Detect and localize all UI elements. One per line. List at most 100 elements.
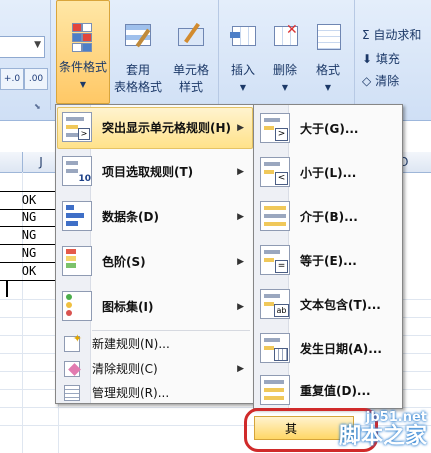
submenu-item-duplicate-values[interactable]: 重复值(D)... [256,371,400,411]
chevron-down-icon: ▼ [324,83,332,92]
top-bottom-rules-icon: 10 [62,156,92,186]
calendar-icon [260,333,290,363]
submenu-item-label: 介于(B)... [300,210,358,224]
cell-j-ng-2[interactable]: NG [0,227,59,245]
increase-decimal-button[interactable]: +.0 [0,68,24,90]
cell-style-button[interactable]: 单元格 样式 [168,22,214,96]
highlight-rules-icon: > [62,112,92,142]
submenu-arrow-icon: ▶ [237,364,244,374]
between-icon [260,201,290,231]
watermark: jb51.net 脚本之家 [339,410,427,449]
group-separator [354,0,355,110]
submenu-item-label: 大于(G)... [300,122,359,136]
duplicate-values-icon [260,375,290,405]
chevron-down-icon[interactable]: ▼ [34,40,41,50]
submenu-item-between[interactable]: 介于(B)... [256,197,400,237]
table-format-label-1: 套用 [125,63,150,77]
cell-style-label-1: 单元格 [172,63,209,77]
conditional-format-icon [68,23,98,53]
menu-item-label: 新建规则(N)... [92,337,170,351]
cell-j-ok-2[interactable]: OK [0,263,59,281]
cell-j-ng-1[interactable]: NG [0,209,59,227]
menu-item-data-bars[interactable]: 数据条(D) ▶ [58,197,252,237]
submenu-arrow-icon: ▶ [237,212,244,222]
menu-item-label: 清除规则(C) [92,362,158,376]
decrease-decimal-button[interactable]: .00 [24,68,48,90]
autosum-button[interactable]: Σ 自动求和 [362,26,421,43]
chevron-down-icon: ▼ [239,83,247,92]
submenu-item-greater-than[interactable]: > 大于(G)... [256,109,400,149]
color-scales-icon [62,246,92,276]
data-bars-icon [62,201,92,231]
submenu-item-label: 文本包含(T)... [300,298,381,312]
submenu-item-label: 重复值(D)... [300,384,371,398]
delete-label: 删除 [272,63,297,77]
submenu-item-label: 发生日期(A)... [300,342,382,356]
cell-style-label-2: 样式 [178,80,203,94]
fill-button[interactable]: ⬇ 填充 [362,50,400,67]
clear-label: 清除 [375,74,400,88]
submenu-item-date-occurring[interactable]: 发生日期(A)... [256,329,400,369]
delete-button[interactable]: ✕ 删除 ▼ [266,22,304,96]
eraser-icon: ◇ [362,74,372,88]
new-rule-icon: ✦ [64,332,82,352]
fill-icon: ⬇ [362,52,373,66]
menu-item-top-bottom-rules[interactable]: 10 项目选取规则(T) ▶ [58,152,252,192]
table-format-icon [123,22,153,52]
menu-item-new-rule[interactable]: ✦ 新建规则(N)... [58,332,252,356]
manage-rules-icon [64,385,80,401]
icon-sets-icon [62,291,92,321]
submenu-arrow-icon: ▶ [237,302,244,312]
submenu-item-text-contains[interactable]: ab 文本包含(T)... [256,285,400,325]
table-format-button[interactable]: 套用 表格格式 [110,22,166,96]
cell-j-ok-1[interactable]: OK [0,191,59,210]
conditional-format-label: 条件格式 [58,60,107,74]
menu-item-label: 图标集(I) [102,300,154,314]
submenu-item-label: 等于(E)... [300,254,357,268]
ribbon: ▼ +.0 .00 ⬊ 条件格式 ▼ 套用 表格格式 单元格 样式 插入 ▼ ✕… [0,0,431,121]
menu-item-label: 色阶(S) [102,255,146,269]
name-box[interactable]: ▼ [0,36,45,58]
clear-rules-icon [64,361,81,377]
format-icon [313,22,343,52]
insert-button[interactable]: 插入 ▼ [224,22,262,96]
submenu-arrow-icon: ▶ [237,257,244,267]
watermark-brand: 脚本之家 [338,424,427,449]
submenu-item-less-than[interactable]: < 小于(L)... [256,153,400,193]
group-separator [218,0,219,110]
selection-border [6,281,8,297]
fill-label: 填充 [375,52,400,66]
submenu-item-label: 小于(L)... [300,166,357,180]
menu-item-label: 管理规则(R)... [92,386,170,400]
less-than-icon: < [260,157,290,187]
text-contains-icon: ab [260,289,290,319]
submenu-arrow-icon: ▶ [237,167,244,177]
submenu-item-equal-to[interactable]: = 等于(E)... [256,241,400,281]
clear-button[interactable]: ◇ 清除 [362,72,399,89]
watermark-url: jb51.net [365,410,427,425]
conditional-format-button[interactable]: 条件格式 ▼ [56,0,110,104]
format-label: 格式 [315,63,340,77]
insert-icon [228,22,258,52]
delete-icon: ✕ [270,22,300,52]
menu-item-highlight-rules[interactable]: > 突出显示单元格规则(H) ▶ [57,107,253,149]
menu-item-color-scales[interactable]: 色阶(S) ▶ [58,242,252,282]
table-format-label-2: 表格格式 [113,80,162,94]
menu-item-manage-rules[interactable]: 管理规则(R)... [58,381,252,405]
chevron-down-icon: ▼ [281,83,289,92]
insert-label: 插入 [230,63,255,77]
submenu-arrow-icon: ▶ [237,123,244,133]
cell-j-ng-3[interactable]: NG [0,245,59,263]
menu-item-label: 突出显示单元格规则(H) [102,121,232,135]
highlight-rules-submenu: > 大于(G)... < 小于(L)... 介于(B)... = 等于(E)..… [253,104,403,409]
menu-item-icon-sets[interactable]: 图标集(I) ▶ [58,287,252,327]
cell-style-icon [176,22,206,52]
menu-item-clear-rules[interactable]: 清除规则(C) ▶ [58,357,252,381]
greater-than-icon: > [260,113,290,143]
chevron-down-icon: ▼ [79,80,87,89]
menu-item-label: 数据条(D) [102,210,159,224]
equal-to-icon: = [260,245,290,275]
dialog-launcher-icon[interactable]: ⬊ [34,102,41,111]
format-button[interactable]: 格式 ▼ [308,22,348,96]
menu-item-label: 项目选取规则(T) [102,165,194,179]
